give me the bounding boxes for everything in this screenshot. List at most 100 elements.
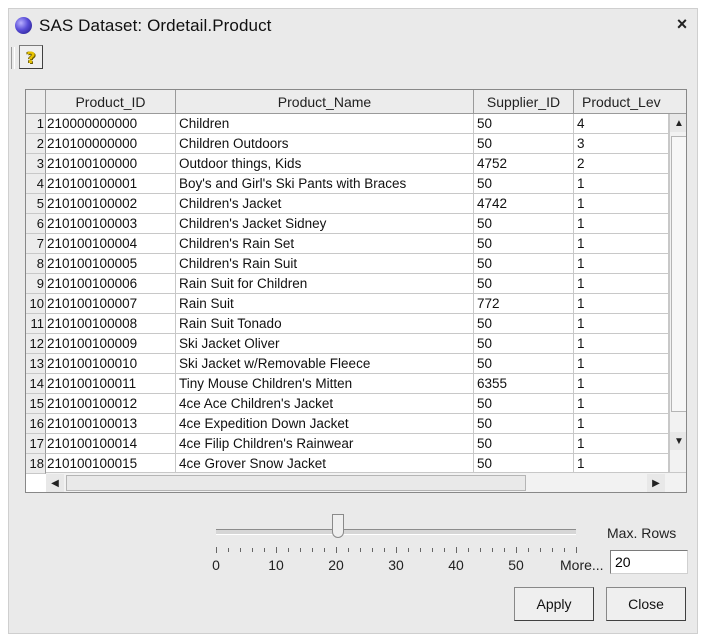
supplier-id-cell[interactable]: 50	[474, 234, 574, 254]
product-name-cell[interactable]: 4ce Expedition Down Jacket	[176, 414, 474, 434]
product-level-cell[interactable]: 1	[574, 394, 669, 414]
row-number[interactable]: 14	[26, 374, 46, 394]
product-name-cell[interactable]: Tiny Mouse Children's Mitten	[176, 374, 474, 394]
product-level-cell[interactable]: 1	[574, 214, 669, 234]
row-number[interactable]: 10	[26, 294, 46, 314]
product-id-cell[interactable]: 210100100009	[46, 334, 176, 354]
supplier-id-cell[interactable]: 50	[474, 274, 574, 294]
product-level-cell[interactable]: 1	[574, 414, 669, 434]
row-number[interactable]: 18	[26, 454, 46, 474]
product-id-cell[interactable]: 210100100006	[46, 274, 176, 294]
table-row[interactable]: 1 210000000000 Children 50 4	[26, 114, 686, 134]
product-id-cell[interactable]: 210100100004	[46, 234, 176, 254]
table-row[interactable]: 14 210100100011 Tiny Mouse Children's Mitt…	[26, 374, 686, 394]
product-level-cell[interactable]: 1	[574, 174, 669, 194]
row-number[interactable]: 3	[26, 154, 46, 174]
supplier-id-cell[interactable]: 4742	[474, 194, 574, 214]
product-name-cell[interactable]: Children	[176, 114, 474, 134]
scroll-down-button[interactable]: ▼	[670, 432, 686, 450]
product-id-cell[interactable]: 210100100015	[46, 454, 176, 474]
supplier-id-cell[interactable]: 50	[474, 334, 574, 354]
product-id-cell[interactable]: 210100100002	[46, 194, 176, 214]
supplier-id-cell[interactable]: 50	[474, 134, 574, 154]
product-id-cell[interactable]: 210100100000	[46, 154, 176, 174]
product-id-cell[interactable]: 210100100010	[46, 354, 176, 374]
product-id-cell[interactable]: 210100100012	[46, 394, 176, 414]
title-bar[interactable]: SAS Dataset: Ordetail.Product ×	[9, 9, 697, 41]
product-level-cell[interactable]: 1	[574, 334, 669, 354]
product-name-cell[interactable]: Children's Jacket Sidney	[176, 214, 474, 234]
max-rows-slider-thumb[interactable]	[332, 514, 344, 538]
product-level-cell[interactable]: 1	[574, 454, 669, 474]
row-number[interactable]: 13	[26, 354, 46, 374]
product-id-cell[interactable]: 210100100001	[46, 174, 176, 194]
table-row[interactable]: 4 210100100001 Boy's and Girl's Ski Pants …	[26, 174, 686, 194]
table-row[interactable]: 11 210100100008 Rain Suit Tonado 50 1	[26, 314, 686, 334]
product-id-cell[interactable]: 210100100013	[46, 414, 176, 434]
row-number[interactable]: 16	[26, 414, 46, 434]
supplier-id-cell[interactable]: 50	[474, 214, 574, 234]
table-row[interactable]: 13 210100100010 Ski Jacket w/Removable Fle…	[26, 354, 686, 374]
scroll-right-button[interactable]: ▶	[647, 474, 665, 492]
product-name-cell[interactable]: 4ce Filip Children's Rainwear	[176, 434, 474, 454]
product-level-cell[interactable]: 1	[574, 314, 669, 334]
product-level-cell[interactable]: 1	[574, 274, 669, 294]
row-number[interactable]: 2	[26, 134, 46, 154]
product-level-cell[interactable]: 3	[574, 134, 669, 154]
max-rows-input[interactable]	[610, 550, 688, 574]
row-number[interactable]: 1	[26, 114, 46, 134]
help-button[interactable]: ?	[19, 45, 43, 69]
apply-button[interactable]: Apply	[514, 587, 594, 621]
product-level-cell[interactable]: 1	[574, 374, 669, 394]
row-number[interactable]: 8	[26, 254, 46, 274]
table-row[interactable]: 10 210100100007 Rain Suit 772 1	[26, 294, 686, 314]
row-number[interactable]: 4	[26, 174, 46, 194]
supplier-id-cell[interactable]: 50	[474, 394, 574, 414]
column-header-product-name[interactable]: Product_Name	[176, 90, 474, 114]
table-row[interactable]: 16 210100100013 4ce Expedition Down Jacket…	[26, 414, 686, 434]
supplier-id-cell[interactable]: 50	[474, 414, 574, 434]
product-name-cell[interactable]: Children's Rain Suit	[176, 254, 474, 274]
product-level-cell[interactable]: 1	[574, 434, 669, 454]
supplier-id-cell[interactable]: 50	[474, 314, 574, 334]
supplier-id-cell[interactable]: 4752	[474, 154, 574, 174]
corner-header[interactable]	[26, 90, 46, 114]
product-level-cell[interactable]: 4	[574, 114, 669, 134]
vertical-scrollbar[interactable]: ▲ ▼	[669, 114, 686, 472]
table-row[interactable]: 8 210100100005 Children's Rain Suit 50 1	[26, 254, 686, 274]
product-name-cell[interactable]: 4ce Grover Snow Jacket	[176, 454, 474, 474]
supplier-id-cell[interactable]: 50	[474, 174, 574, 194]
product-id-cell[interactable]: 210000000000	[46, 114, 176, 134]
product-level-cell[interactable]: 2	[574, 154, 669, 174]
close-button[interactable]: Close	[606, 587, 686, 621]
vertical-scroll-thumb[interactable]	[671, 136, 686, 412]
product-name-cell[interactable]: Ski Jacket w/Removable Fleece	[176, 354, 474, 374]
product-name-cell[interactable]: Outdoor things, Kids	[176, 154, 474, 174]
supplier-id-cell[interactable]: 50	[474, 434, 574, 454]
row-number[interactable]: 6	[26, 214, 46, 234]
scroll-left-button[interactable]: ◀	[46, 474, 64, 492]
horizontal-scroll-thumb[interactable]	[66, 475, 526, 491]
table-row[interactable]: 15 210100100012 4ce Ace Children's Jacket 5…	[26, 394, 686, 414]
product-id-cell[interactable]: 210100100007	[46, 294, 176, 314]
product-name-cell[interactable]: Rain Suit	[176, 294, 474, 314]
table-row[interactable]: 12 210100100009 Ski Jacket Oliver 50 1	[26, 334, 686, 354]
product-id-cell[interactable]: 210100100008	[46, 314, 176, 334]
product-level-cell[interactable]: 1	[574, 234, 669, 254]
product-name-cell[interactable]: Children Outdoors	[176, 134, 474, 154]
product-name-cell[interactable]: 4ce Ace Children's Jacket	[176, 394, 474, 414]
scroll-up-button[interactable]: ▲	[670, 114, 686, 132]
row-number[interactable]: 9	[26, 274, 46, 294]
product-id-cell[interactable]: 210100100005	[46, 254, 176, 274]
product-name-cell[interactable]: Boy's and Girl's Ski Pants with Braces	[176, 174, 474, 194]
row-number[interactable]: 15	[26, 394, 46, 414]
row-number[interactable]: 7	[26, 234, 46, 254]
table-row[interactable]: 2 210100000000 Children Outdoors 50 3	[26, 134, 686, 154]
data-grid[interactable]: Product_ID Product_Name Supplier_ID Prod…	[25, 89, 687, 493]
horizontal-scrollbar[interactable]: ◀ ▶	[46, 472, 686, 492]
product-level-cell[interactable]: 1	[574, 294, 669, 314]
row-number[interactable]: 5	[26, 194, 46, 214]
supplier-id-cell[interactable]: 50	[474, 114, 574, 134]
product-id-cell[interactable]: 210100000000	[46, 134, 176, 154]
table-row[interactable]: 6 210100100003 Children's Jacket Sidney 50 1	[26, 214, 686, 234]
